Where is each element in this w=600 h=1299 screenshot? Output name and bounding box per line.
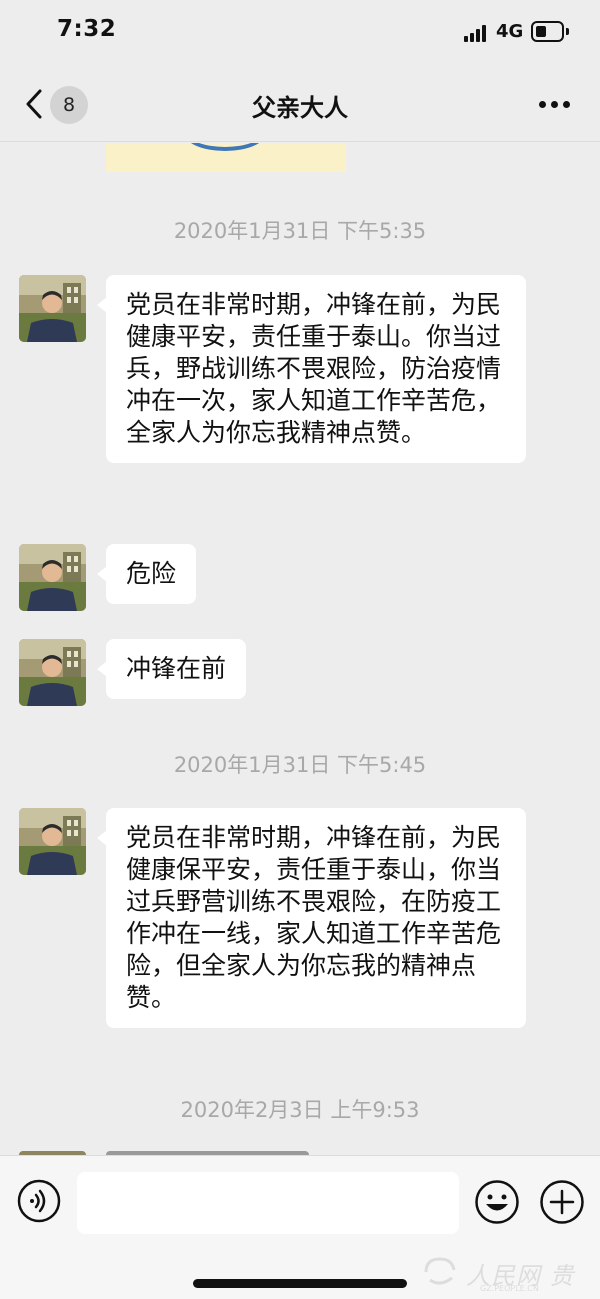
chat-area[interactable]: 2020年1月31日 下午5:35 党员在非常时期，冲锋在前，为民健康平安，责任…	[0, 143, 600, 1155]
message-bubble[interactable]: 党员在非常时期，冲锋在前，为民健康平安，责任重于泰山。你当过兵，野战训练不畏艰险…	[97, 275, 526, 463]
chat-title: 父亲大人	[252, 94, 348, 122]
contact-avatar[interactable]	[19, 808, 86, 875]
more-dots-icon[interactable]	[535, 101, 575, 111]
message-timestamp: 2020年1月31日 下午5:35	[173, 219, 427, 243]
plus-icon[interactable]	[539, 1179, 585, 1225]
watermark-subtext: GZ.PEOPLE.CN	[480, 1284, 539, 1293]
status-time: 7:32	[57, 16, 117, 42]
input-bar: 人民网 贵州 GZ.PEOPLE.CN	[0, 1155, 600, 1299]
contact-avatar[interactable]	[19, 544, 86, 611]
contact-avatar[interactable]	[19, 275, 86, 342]
image-message-fragment[interactable]	[106, 143, 346, 172]
message-bubble[interactable]: 党员在非常时期，冲锋在前，为民健康保平安，责任重于泰山，你当过兵野营训练不畏艰险…	[97, 808, 526, 1028]
network-type: 4G	[496, 21, 524, 42]
voice-icon[interactable]	[17, 1179, 61, 1223]
message-bubble[interactable]: 冲锋在前	[96, 639, 247, 699]
battery-icon	[531, 21, 564, 42]
watermark-logo-icon	[424, 1257, 456, 1285]
home-indicator[interactable]	[193, 1279, 407, 1288]
status-bar: 7:32 4G	[0, 0, 600, 66]
nav-bar: 8 父亲大人	[0, 66, 600, 142]
message-bubble[interactable]: 危险	[96, 544, 197, 604]
message-timestamp: 2020年2月3日 上午9:53	[180, 1098, 420, 1122]
contact-avatar[interactable]	[19, 639, 86, 706]
watermark: 人民网 贵州 GZ.PEOPLE.CN	[420, 1254, 595, 1299]
emoji-icon[interactable]	[474, 1179, 520, 1225]
battery-tip	[566, 28, 569, 35]
message-input[interactable]	[77, 1172, 459, 1234]
signal-icon	[464, 25, 488, 42]
message-timestamp: 2020年1月31日 下午5:45	[173, 753, 427, 777]
